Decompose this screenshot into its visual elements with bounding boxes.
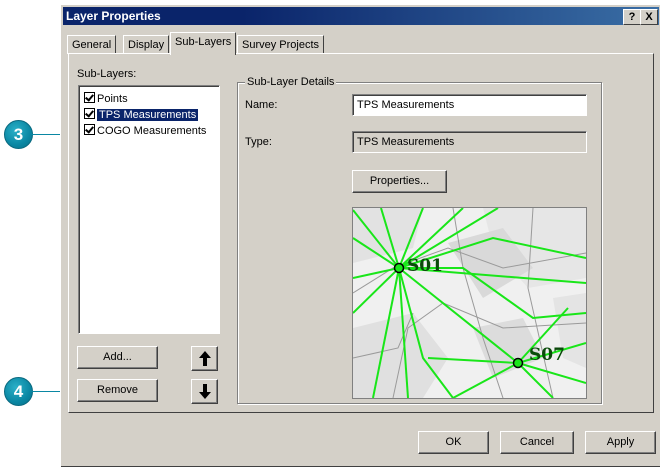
station-s07-label: S07 — [529, 345, 565, 365]
list-item-label: Points — [97, 93, 128, 105]
name-field[interactable]: TPS Measurements — [352, 94, 587, 116]
checkbox-checked-icon[interactable] — [84, 124, 95, 135]
tab-general[interactable]: General — [67, 35, 117, 54]
checkbox-checked-icon[interactable] — [84, 92, 95, 103]
arrow-up-icon — [198, 351, 211, 366]
station-s01-label: S01 — [407, 256, 443, 276]
layer-preview: S01 S07 — [352, 207, 587, 399]
apply-button[interactable]: Apply — [585, 431, 656, 454]
list-item-points[interactable]: Points — [84, 92, 128, 107]
window-title: Layer Properties — [66, 9, 161, 23]
add-button[interactable]: Add... — [77, 346, 158, 369]
list-item-tps-measurements[interactable]: TPS Measurements — [84, 108, 199, 123]
sublayer-details-legend: Sub-Layer Details — [245, 76, 337, 88]
help-button[interactable]: ? — [623, 9, 641, 25]
tab-survey-projects[interactable]: Survey Projects — [237, 35, 325, 54]
station-s01-marker — [393, 262, 405, 274]
move-up-button[interactable] — [191, 346, 218, 371]
sublayers-label: Sub-Layers: — [77, 68, 137, 80]
ok-button[interactable]: OK — [418, 431, 489, 454]
type-field: TPS Measurements — [352, 131, 587, 153]
properties-button[interactable]: Properties... — [352, 170, 447, 193]
station-s07-marker — [512, 357, 524, 369]
type-label: Type: — [245, 136, 272, 148]
move-down-button[interactable] — [191, 379, 218, 404]
sublayers-list[interactable]: Points TPS Measurements COGO Measurement… — [78, 85, 220, 334]
title-bar: Layer Properties — [63, 7, 659, 25]
tab-display[interactable]: Display — [123, 35, 170, 54]
callout-3: 3 — [4, 120, 33, 149]
close-button[interactable]: X — [640, 9, 658, 25]
list-item-label: COGO Measurements — [97, 125, 207, 137]
list-item-cogo-measurements[interactable]: COGO Measurements — [84, 124, 206, 139]
preview-map-graphic: S01 S07 — [353, 208, 586, 398]
cancel-button[interactable]: Cancel — [500, 431, 574, 454]
checkbox-checked-icon[interactable] — [84, 108, 95, 119]
name-label: Name: — [245, 99, 278, 111]
list-item-label: TPS Measurements — [97, 109, 199, 121]
callout-4: 4 — [4, 377, 33, 406]
remove-button[interactable]: Remove — [77, 379, 158, 402]
tab-sub-layers[interactable]: Sub-Layers — [170, 32, 237, 55]
arrow-down-icon — [198, 384, 211, 399]
